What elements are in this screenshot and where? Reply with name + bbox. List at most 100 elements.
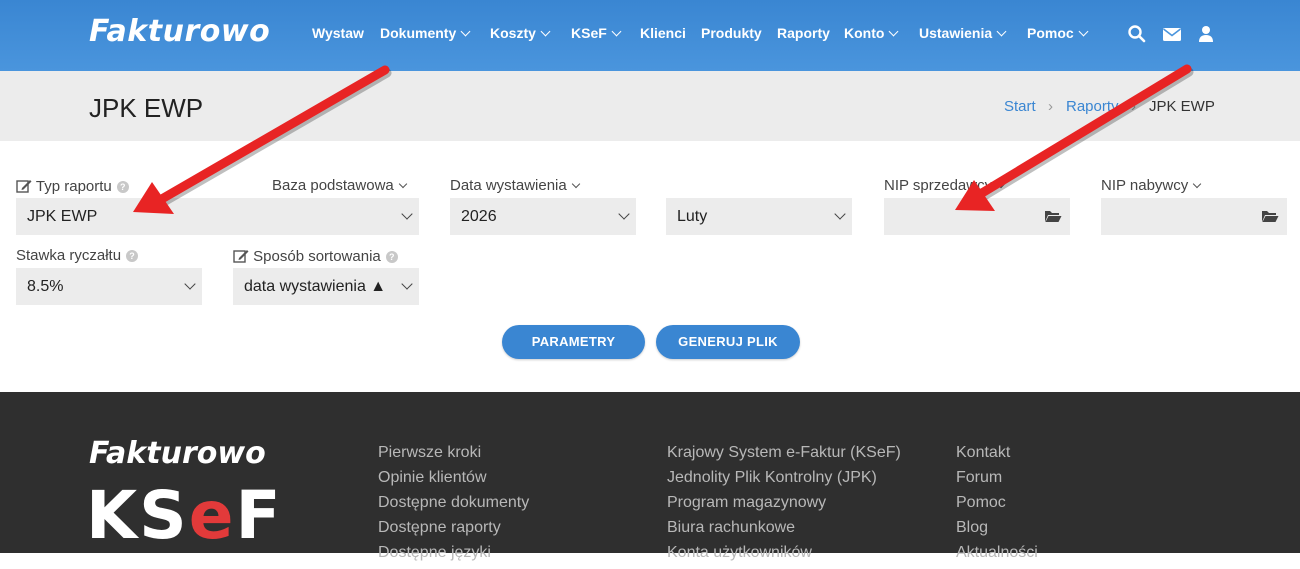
select-value: JPK EWP	[27, 208, 98, 225]
year-select[interactable]: 2026	[450, 198, 636, 235]
label-text: NIP sprzedawcy	[884, 177, 993, 194]
label-text: Baza podstawowa	[272, 177, 394, 194]
footer-link[interactable]: Pierwsze kroki	[378, 444, 529, 469]
footer-link[interactable]: Dostępne dokumenty	[378, 494, 529, 519]
nav-label: Konto	[844, 25, 885, 41]
nav-label: Ustawienia	[919, 25, 993, 41]
edit-icon	[233, 250, 249, 263]
nav-label: Produkty	[701, 25, 762, 41]
nav-label: Raporty	[777, 25, 830, 41]
typ-raportu-label: Typ raportu?	[16, 177, 129, 195]
footer-link[interactable]: Program magazynowy	[667, 494, 901, 519]
nav-label: Pomoc	[1027, 25, 1074, 41]
nav-label: Dokumenty	[380, 25, 457, 41]
select-value: data wystawienia ▲	[244, 278, 387, 295]
nav-item-konto[interactable]: Konto	[844, 25, 899, 41]
stawka-select[interactable]: 8.5%	[16, 268, 202, 305]
baza-podstawowa-label[interactable]: Baza podstawowa	[272, 177, 407, 194]
footer-logo[interactable]: Fakturowo	[89, 436, 266, 471]
footer-column-3: Kontakt Forum Pomoc Blog Aktualności	[956, 444, 1038, 569]
breadcrumb-raporty[interactable]: Raporty	[1066, 98, 1119, 115]
folder-open-icon[interactable]	[1261, 209, 1279, 223]
nip-nabywcy-input[interactable]	[1101, 198, 1287, 235]
select-value: 2026	[461, 208, 497, 225]
nav-item-dokumenty[interactable]: Dokumenty	[380, 25, 471, 41]
chevron-down-icon	[540, 26, 551, 37]
chevron-down-icon	[401, 278, 413, 290]
generuj-plik-button[interactable]: GENERUJ PLIK	[656, 325, 800, 359]
sortowanie-select[interactable]: data wystawienia ▲	[233, 268, 419, 305]
chevron-down-icon	[996, 179, 1006, 189]
footer-link[interactable]: Jednolity Plik Kontrolny (JPK)	[667, 469, 901, 494]
footer-link[interactable]: Konta użytkowników	[667, 544, 901, 569]
nav-label: Wystaw	[312, 25, 364, 41]
footer-link[interactable]: Kontakt	[956, 444, 1038, 469]
footer-column-1: Pierwsze kroki Opinie klientów Dostępne …	[378, 444, 529, 569]
nip-sprzedawcy-input[interactable]	[884, 198, 1070, 235]
label-text: Stawka ryczałtu	[16, 247, 122, 264]
footer-link[interactable]: Biura rachunkowe	[667, 519, 901, 544]
help-icon[interactable]: ?	[385, 251, 398, 263]
label-text: Typ raportu	[35, 178, 112, 195]
breadcrumb-current: JPK EWP	[1149, 98, 1215, 115]
stawka-label: Stawka ryczałtu?	[16, 247, 139, 264]
chevron-down-icon	[398, 179, 407, 189]
footer-link[interactable]: Pomoc	[956, 494, 1038, 519]
folder-open-icon[interactable]	[1044, 209, 1062, 223]
select-value: 8.5%	[27, 278, 64, 295]
footer-link[interactable]: Aktualności	[956, 544, 1038, 569]
label-text: Data wystawienia	[450, 177, 567, 194]
ksef-logo-part: F	[235, 477, 283, 554]
breadcrumb-start[interactable]: Start	[1004, 98, 1036, 115]
nav-label: KSeF	[571, 25, 607, 41]
logo[interactable]: Fakturowo	[89, 14, 270, 49]
nav-item-produkty[interactable]: Produkty	[701, 25, 762, 41]
chevron-down-icon	[1193, 179, 1202, 189]
search-icon[interactable]	[1127, 24, 1147, 44]
parametry-button[interactable]: PARAMETRY	[502, 325, 645, 359]
data-wystawienia-label[interactable]: Data wystawienia	[450, 177, 580, 194]
footer-link[interactable]: Blog	[956, 519, 1038, 544]
user-icon[interactable]	[1196, 24, 1216, 44]
label-text: NIP nabywcy	[1101, 177, 1189, 194]
chevron-down-icon	[460, 26, 471, 37]
nip-nabywcy-label[interactable]: NIP nabywcy	[1101, 177, 1202, 194]
edit-icon	[16, 180, 32, 193]
footer-link[interactable]: Dostępne raporty	[378, 519, 529, 544]
page-title: JPK EWP	[89, 93, 204, 123]
nav-item-wystaw[interactable]: Wystaw	[312, 25, 364, 41]
nav-item-klienci[interactable]: Klienci	[640, 25, 686, 41]
ksef-logo[interactable]: KSeF	[86, 478, 283, 554]
sortowanie-label: Sposób sortowania?	[233, 247, 398, 265]
ksef-logo-part: KS	[86, 477, 189, 554]
nav-item-pomoc[interactable]: Pomoc	[1027, 25, 1089, 41]
footer-link[interactable]: Forum	[956, 469, 1038, 494]
chevron-down-icon	[618, 208, 630, 220]
nav-item-ksef[interactable]: KSeF	[571, 25, 622, 41]
chevron-down-icon	[1078, 26, 1089, 37]
envelope-icon[interactable]	[1162, 24, 1182, 44]
nav-item-ustawienia[interactable]: Ustawienia	[919, 25, 1007, 41]
select-value: Luty	[677, 208, 708, 225]
ksef-logo-part: e	[188, 477, 236, 554]
footer-link[interactable]: Opinie klientów	[378, 469, 529, 494]
chevron-down-icon	[184, 278, 196, 290]
breadcrumb-separator: ›	[1048, 98, 1053, 115]
footer-link[interactable]: Dostępne języki	[378, 544, 529, 569]
breadcrumb-separator: ›	[1131, 98, 1136, 115]
chevron-down-icon	[996, 26, 1007, 37]
nav-item-koszty[interactable]: Koszty	[490, 25, 551, 41]
chevron-down-icon	[611, 26, 622, 37]
chevron-down-icon	[888, 26, 899, 37]
nip-sprzedawcy-label[interactable]: NIP sprzedawcy	[884, 177, 1006, 194]
typ-raportu-select[interactable]: JPK EWP	[16, 198, 419, 235]
nav-label: Koszty	[490, 25, 536, 41]
month-select[interactable]: Luty	[666, 198, 852, 235]
label-text: Sposób sortowania	[253, 248, 381, 265]
chevron-down-icon	[571, 179, 580, 189]
help-icon[interactable]: ?	[116, 181, 129, 193]
nav-item-raporty[interactable]: Raporty	[777, 25, 830, 41]
footer-link[interactable]: Krajowy System e-Faktur (KSeF)	[667, 444, 901, 469]
footer-column-2: Krajowy System e-Faktur (KSeF) Jednolity…	[667, 444, 901, 569]
help-icon[interactable]: ?	[126, 250, 139, 262]
